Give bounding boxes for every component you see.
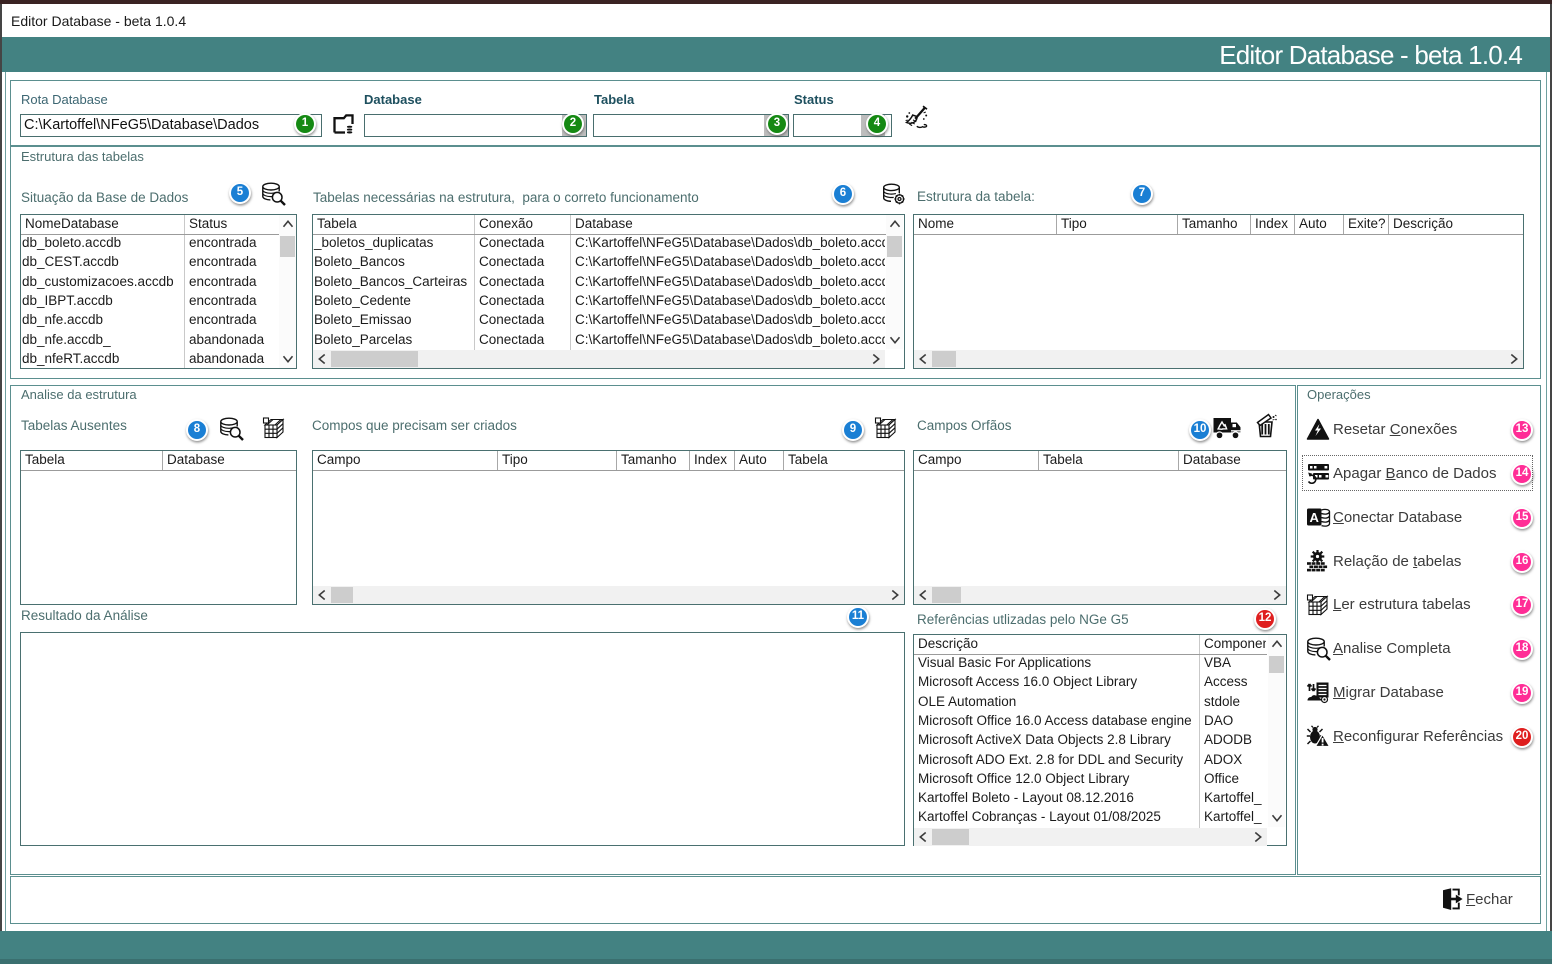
svg-text:A: A (1310, 510, 1320, 525)
